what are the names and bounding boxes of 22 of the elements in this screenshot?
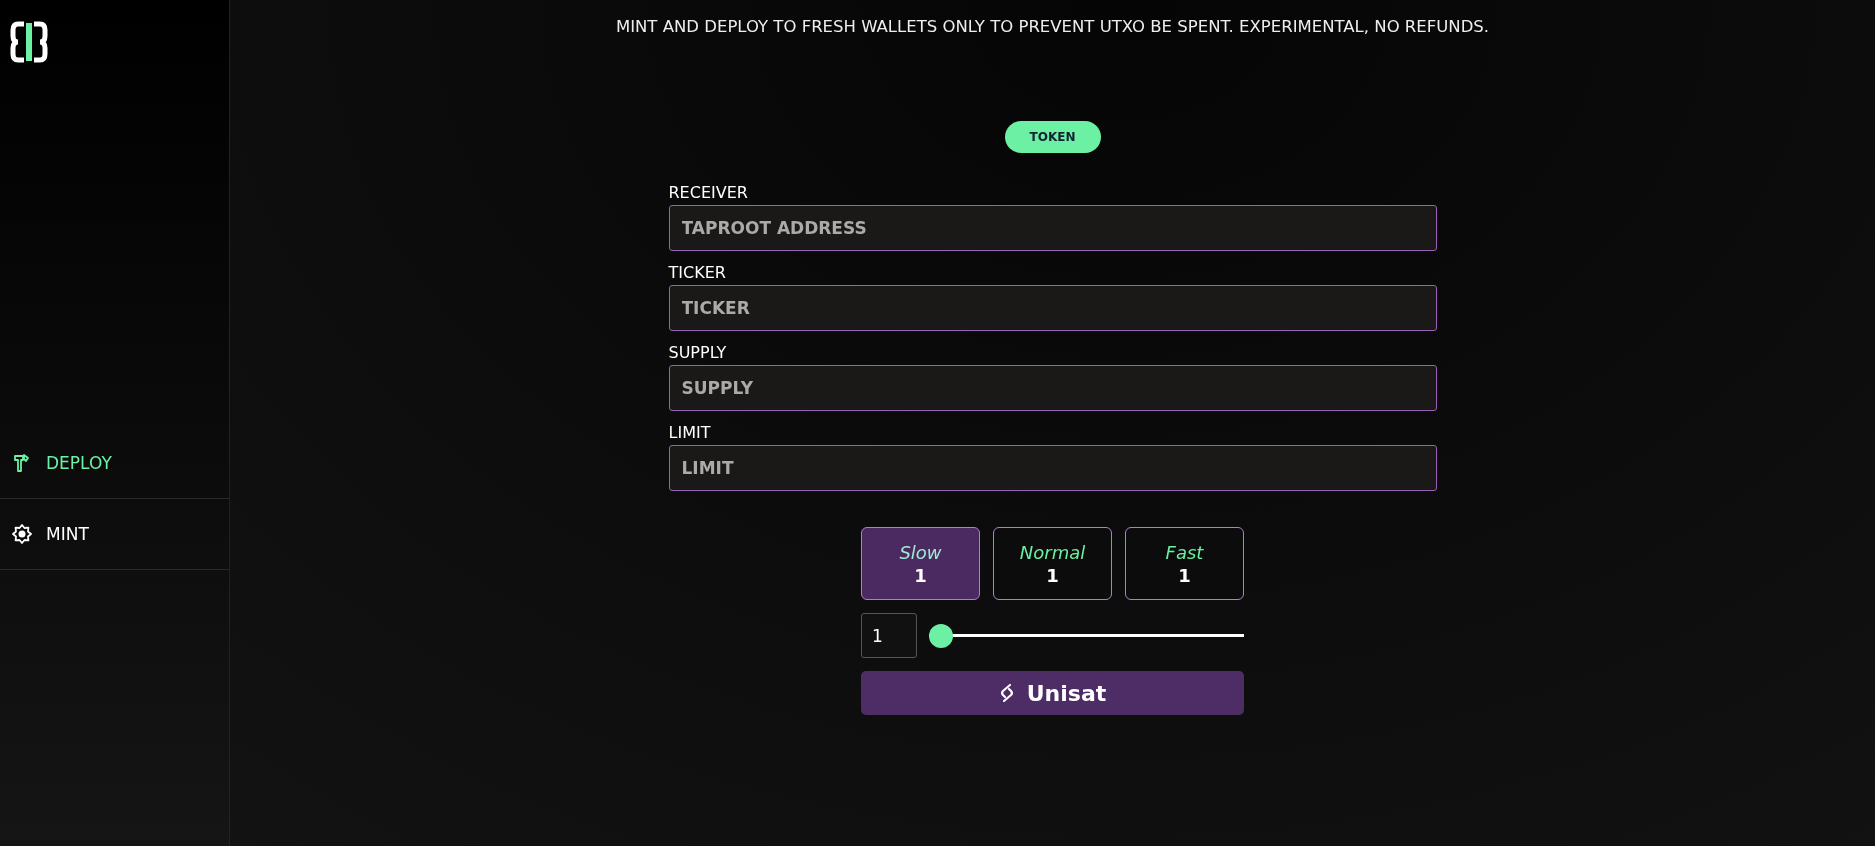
link-icon <box>998 683 1015 703</box>
fee-option[interactable]: Normal 1 <box>993 527 1112 600</box>
input-field[interactable]: TICKER <box>668 285 1437 331</box>
field-label: TICKER <box>668 263 726 282</box>
nav-item[interactable]: DEPLOY <box>0 428 229 499</box>
wallet-button[interactable]: Unisat <box>861 671 1244 715</box>
fee-rate-input[interactable]: 1 <box>861 613 917 658</box>
fee-option[interactable]: Fast 1 <box>1125 527 1244 600</box>
logo-icon <box>10 20 48 64</box>
input-field[interactable]: SUPPLY <box>668 365 1437 411</box>
field-label: RECEIVER <box>668 183 748 202</box>
gear-icon <box>12 524 32 544</box>
token-tab[interactable]: TOKEN <box>1004 121 1101 153</box>
field-label: SUPPLY <box>668 343 727 362</box>
input-field[interactable]: TAPROOT ADDRESS <box>668 205 1437 251</box>
hammer-icon <box>12 453 32 473</box>
field-label: LIMIT <box>668 423 711 442</box>
input-field[interactable]: LIMIT <box>668 445 1437 491</box>
warning-notice: MINT AND DEPLOY TO FRESH WALLETS ONLY TO PREVENT UTXO BE SPENT. EXPERIMENTAL, NO REFUNDS. <box>615 17 1490 36</box>
nav-item[interactable]: MINT <box>0 499 229 570</box>
slider-handle[interactable] <box>929 624 953 648</box>
fee-option[interactable]: Slow 1 <box>861 527 980 600</box>
